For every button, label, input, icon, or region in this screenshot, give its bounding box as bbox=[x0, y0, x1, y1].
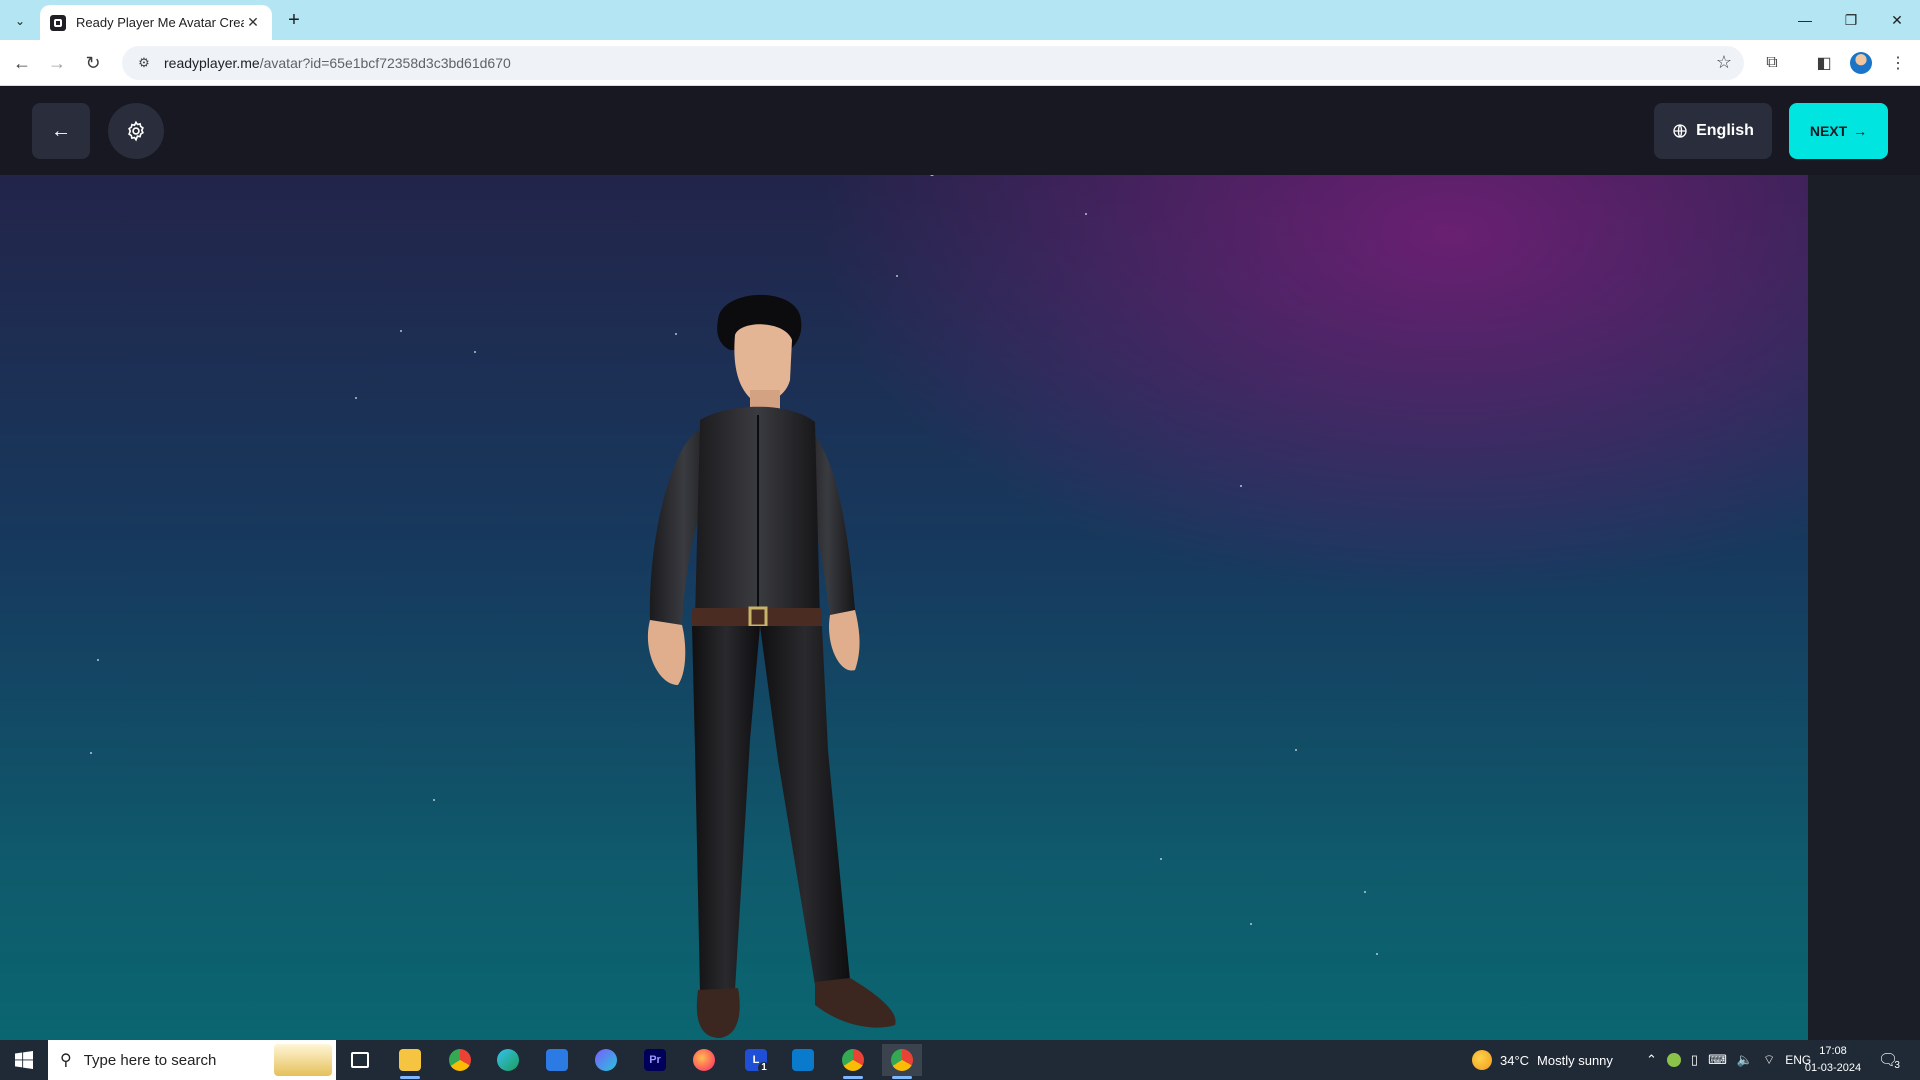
store-icon[interactable] bbox=[537, 1044, 577, 1076]
wifi-icon[interactable]: ⌔ bbox=[1763, 1052, 1775, 1068]
forward-nav-icon[interactable]: → bbox=[43, 49, 71, 77]
weather-widget[interactable]: 34°C Mostly sunny bbox=[1472, 1040, 1613, 1080]
url-text[interactable]: readyplayer.me/avatar?id=65e1bcf72358d3c… bbox=[164, 55, 511, 71]
windows-logo-icon bbox=[15, 1051, 33, 1069]
notifications-button[interactable]: 🗨 3 bbox=[1878, 1040, 1900, 1080]
star bbox=[90, 752, 92, 754]
address-bar[interactable]: ⚙ readyplayer.me/avatar?id=65e1bcf72358d… bbox=[122, 46, 1744, 80]
star bbox=[433, 799, 435, 801]
windows-taskbar: ⚲ Type here to search Pr L1 34°C Mostly … bbox=[0, 1040, 1920, 1080]
extensions-icon[interactable]: ⧉ bbox=[1758, 49, 1786, 77]
next-label: NEXT bbox=[1809, 123, 1848, 139]
restore-icon[interactable]: ❐ bbox=[1828, 0, 1874, 40]
firefox-icon[interactable] bbox=[684, 1044, 724, 1076]
gear-icon bbox=[128, 120, 144, 142]
minimize-icon[interactable]: — bbox=[1782, 0, 1828, 40]
browser-tabbar: ⌄ Ready Player Me Avatar Creator ✕ + — ❐… bbox=[0, 0, 1920, 40]
arrow-left-icon: ← bbox=[51, 119, 71, 142]
close-window-icon[interactable]: ✕ bbox=[1874, 0, 1920, 40]
star bbox=[97, 659, 99, 661]
battery-icon[interactable]: ▯ bbox=[1691, 1052, 1698, 1068]
globe-icon bbox=[1673, 124, 1687, 138]
avatar-model[interactable] bbox=[600, 290, 920, 1040]
language-button[interactable]: English bbox=[1654, 103, 1772, 159]
l-app-badge: 1 bbox=[758, 1062, 770, 1074]
bookmark-star-icon[interactable]: ☆ bbox=[1716, 52, 1732, 73]
premiere-pro-icon[interactable]: Pr bbox=[635, 1044, 675, 1076]
browser-menu-icon[interactable]: ⋮ bbox=[1884, 49, 1912, 77]
tab-title: Ready Player Me Avatar Creator bbox=[76, 15, 244, 30]
clock-date: 01-03-2024 bbox=[1804, 1062, 1862, 1074]
search-icon: ⚲ bbox=[60, 1052, 72, 1069]
taskbar-search[interactable]: ⚲ Type here to search bbox=[48, 1040, 336, 1080]
search-highlight-image bbox=[274, 1044, 332, 1076]
back-button[interactable]: ← bbox=[32, 103, 90, 159]
star bbox=[474, 351, 476, 353]
star bbox=[355, 397, 357, 399]
weather-temp: 34°C bbox=[1500, 1052, 1530, 1068]
browser-toolbar: ← → ↻ ⚙ readyplayer.me/avatar?id=65e1bcf… bbox=[0, 40, 1920, 86]
copilot-icon[interactable] bbox=[586, 1044, 626, 1076]
task-view-icon[interactable] bbox=[340, 1044, 380, 1076]
language-label: English bbox=[1696, 122, 1754, 139]
reload-icon[interactable]: ↻ bbox=[79, 49, 107, 77]
new-tab-plus-icon[interactable]: + bbox=[282, 9, 306, 33]
next-button[interactable]: NEXT → bbox=[1789, 103, 1888, 159]
l-app-icon[interactable]: L1 bbox=[736, 1044, 776, 1076]
tray-app-icon[interactable] bbox=[1666, 1053, 1681, 1067]
url-host: readyplayer.me bbox=[164, 55, 260, 71]
site-info-icon[interactable]: ⚙ bbox=[134, 53, 154, 73]
browser-tab-active[interactable]: Ready Player Me Avatar Creator ✕ bbox=[40, 5, 272, 40]
volume-icon[interactable]: 🔈 bbox=[1737, 1052, 1753, 1068]
tab-close-icon[interactable]: ✕ bbox=[244, 14, 262, 31]
app-header: ← English NEXT → bbox=[0, 87, 1920, 175]
chrome-window-1-icon[interactable] bbox=[833, 1044, 873, 1079]
back-nav-icon[interactable]: ← bbox=[8, 49, 36, 77]
vscode-icon[interactable] bbox=[783, 1044, 823, 1076]
star bbox=[1364, 891, 1366, 893]
notification-count: 3 bbox=[1894, 1059, 1900, 1071]
edge-icon[interactable] bbox=[488, 1044, 528, 1076]
star bbox=[1160, 858, 1162, 860]
file-explorer-icon[interactable] bbox=[390, 1044, 430, 1079]
star bbox=[930, 175, 934, 176]
start-button[interactable] bbox=[0, 1040, 48, 1080]
star bbox=[1085, 213, 1087, 215]
search-placeholder: Type here to search bbox=[83, 1051, 217, 1069]
url-path: /avatar?id=65e1bcf72358d3c3bd61d670 bbox=[259, 55, 511, 71]
star bbox=[1240, 485, 1242, 487]
chrome-window-2-icon[interactable] bbox=[882, 1044, 922, 1079]
scene-side-panel bbox=[1808, 175, 1920, 1040]
profile-icon[interactable] bbox=[1847, 49, 1875, 77]
star bbox=[1376, 953, 1378, 955]
weather-desc: Mostly sunny bbox=[1537, 1052, 1613, 1068]
star bbox=[1295, 749, 1297, 751]
clock-time: 17:08 bbox=[1819, 1045, 1847, 1057]
chevron-up-icon[interactable]: ⌃ bbox=[1646, 1052, 1657, 1068]
tab-search-chevron-icon[interactable]: ⌄ bbox=[8, 9, 32, 33]
arrow-right-icon: → bbox=[1853, 123, 1868, 139]
clock[interactable]: 17:08 01-03-2024 bbox=[1798, 1043, 1868, 1077]
chrome-icon[interactable] bbox=[440, 1044, 480, 1076]
side-panel-icon[interactable]: ◧ bbox=[1810, 49, 1838, 77]
star bbox=[400, 330, 402, 332]
star bbox=[1250, 923, 1252, 925]
network-icon[interactable]: ⌨ bbox=[1708, 1052, 1727, 1068]
weather-sun-icon bbox=[1472, 1050, 1492, 1070]
rpm-favicon-icon bbox=[50, 14, 66, 31]
system-tray: ⌃ ▯ ⌨ 🔈 ⌔ ENG bbox=[1646, 1040, 1811, 1080]
star bbox=[896, 275, 898, 277]
settings-button[interactable] bbox=[108, 103, 164, 159]
